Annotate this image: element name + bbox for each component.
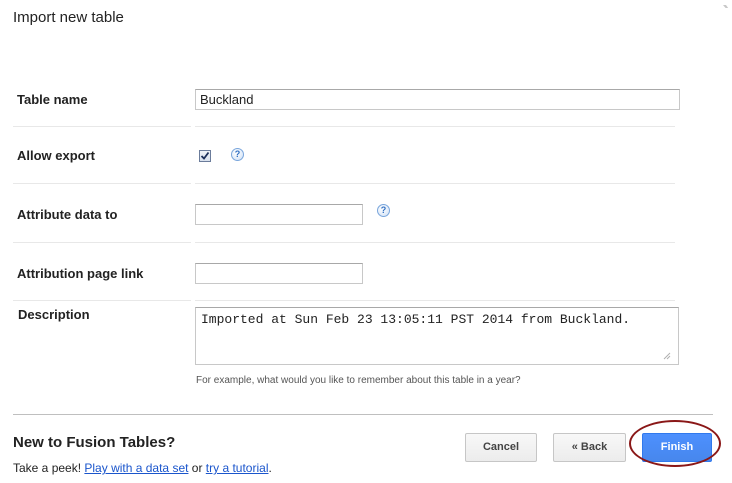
row-divider bbox=[195, 126, 675, 127]
attribute-data-label: Attribute data to bbox=[17, 207, 118, 222]
dialog-title: Import new table bbox=[13, 9, 124, 26]
row-divider bbox=[13, 126, 191, 127]
row-divider bbox=[195, 300, 675, 301]
promo-suffix: . bbox=[268, 461, 272, 475]
attribution-link-label: Attribution page link bbox=[17, 266, 144, 281]
allow-export-label: Allow export bbox=[17, 148, 96, 163]
row-divider bbox=[195, 242, 675, 243]
table-name-input[interactable] bbox=[195, 89, 680, 110]
back-button[interactable]: « Back bbox=[553, 433, 626, 462]
attribution-link-input[interactable] bbox=[195, 263, 363, 284]
row-divider bbox=[13, 183, 191, 184]
window-resize-corner-icon[interactable] bbox=[722, 0, 730, 8]
cancel-button[interactable]: Cancel bbox=[465, 433, 537, 462]
try-a-tutorial-link[interactable]: try a tutorial bbox=[206, 461, 269, 475]
textarea-resize-grip-icon[interactable] bbox=[663, 352, 673, 362]
row-divider bbox=[13, 242, 191, 243]
promo-text: Take a peek! Play with a data set or try… bbox=[13, 461, 272, 475]
promo-heading: New to Fusion Tables? bbox=[13, 434, 176, 451]
question-icon[interactable]: ? bbox=[377, 204, 390, 217]
highlight-oval bbox=[629, 420, 721, 467]
play-with-data-set-link[interactable]: Play with a data set bbox=[84, 461, 188, 475]
description-textarea[interactable]: Imported at Sun Feb 23 13:05:11 PST 2014… bbox=[195, 307, 679, 365]
promo-prefix: Take a peek! bbox=[13, 461, 85, 475]
row-divider bbox=[13, 300, 191, 301]
footer-divider bbox=[13, 414, 713, 415]
question-icon[interactable]: ? bbox=[231, 148, 244, 161]
attribute-data-input[interactable] bbox=[195, 204, 363, 225]
description-label: Description bbox=[18, 307, 90, 322]
table-name-label: Table name bbox=[17, 92, 88, 107]
promo-middle: or bbox=[188, 461, 206, 475]
allow-export-checkbox[interactable] bbox=[199, 150, 211, 162]
description-hint: For example, what would you like to reme… bbox=[196, 375, 521, 386]
row-divider bbox=[195, 183, 675, 184]
